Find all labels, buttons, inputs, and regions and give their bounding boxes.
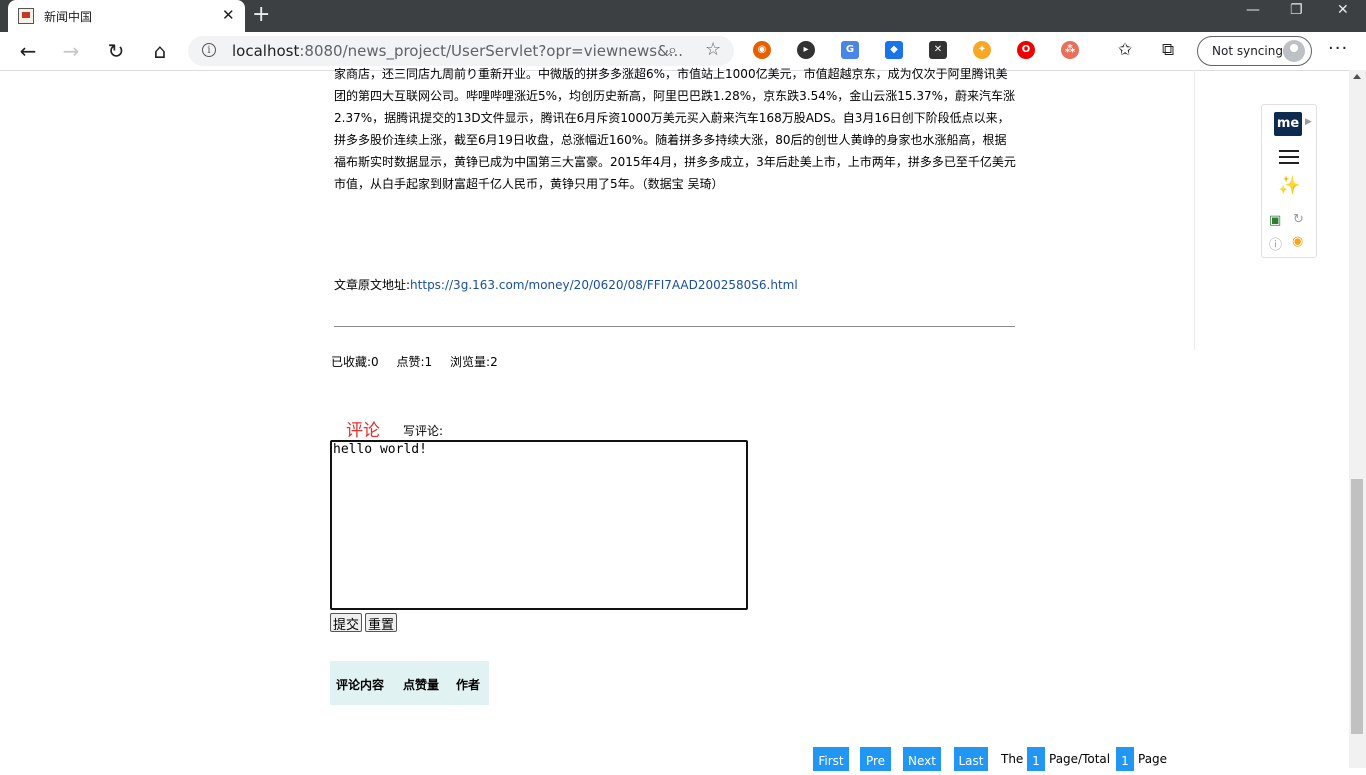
- url-text[interactable]: localhost:8080/news_project/UserServlet?…: [232, 42, 683, 60]
- collections-icon[interactable]: ⧉: [1162, 40, 1174, 60]
- article-text: 家商店，还三同店九周前り重新开业。中微版的拼多多涨超6%，市值站上1000亿美元…: [334, 67, 1016, 191]
- like-count[interactable]: 点赞:1: [397, 355, 433, 369]
- me-logo-icon[interactable]: me: [1274, 112, 1302, 136]
- comment-header: 评论 写评论:: [346, 416, 443, 441]
- comment-actions: 提交 重置: [330, 613, 400, 633]
- scroll-thumb[interactable]: [1351, 479, 1363, 734]
- source-label: 文章原文地址:: [334, 278, 411, 292]
- favorites-icon[interactable]: ✩: [1118, 40, 1132, 60]
- scroll-up-arrow-icon[interactable]: [1353, 74, 1361, 79]
- extension-panel: me ▶ ✨ ▣ ↻ ⓘ ◉: [1261, 104, 1317, 258]
- forward-arrow-icon[interactable]: →: [58, 39, 84, 63]
- network-icon[interactable]: ⁂: [1061, 41, 1079, 59]
- current-page-badge: 1: [1027, 747, 1045, 771]
- collected-count[interactable]: 已收藏:0: [331, 355, 379, 369]
- settings-more-icon[interactable]: ···: [1328, 38, 1348, 59]
- cast-icon[interactable]: ▣: [1269, 213, 1281, 228]
- pager-total-label: Page/Total: [1049, 752, 1111, 766]
- column-like-count: 点赞量: [403, 678, 440, 692]
- address-bar[interactable]: i localhost:8080/news_project/UserServle…: [188, 36, 734, 66]
- zoom-icon[interactable]: ⌕: [668, 40, 677, 60]
- avatar: [1283, 40, 1305, 62]
- prev-page-button[interactable]: Pre: [860, 747, 891, 771]
- column-comment-content: 评论内容: [336, 678, 385, 692]
- opera-icon[interactable]: O: [1017, 41, 1035, 59]
- site-favicon-icon: [18, 8, 34, 24]
- translate-icon[interactable]: G: [841, 41, 859, 59]
- home-icon[interactable]: ⌂: [147, 39, 173, 63]
- new-tab-button[interactable]: +: [252, 3, 270, 27]
- active-tab[interactable]: 新闻中国 ✕: [8, 0, 245, 32]
- pager-page-label: Page: [1138, 752, 1168, 766]
- divider: [334, 326, 1015, 327]
- restore-button[interactable]: ❐: [1290, 2, 1303, 18]
- column-author: 作者: [456, 678, 481, 692]
- article-stats: 已收藏:0 点赞:1 浏览量:2: [331, 353, 512, 370]
- circle-play-icon[interactable]: ▸: [797, 41, 815, 59]
- first-page-button[interactable]: First: [813, 747, 849, 771]
- close-tab-icon[interactable]: ✕: [222, 6, 235, 24]
- view-count: 浏览量:2: [450, 355, 498, 369]
- eye-icon[interactable]: ◉: [1292, 234, 1303, 249]
- alert-icon[interactable]: ⓘ: [1269, 234, 1282, 253]
- total-pages-badge: 1: [1116, 747, 1134, 771]
- back-arrow-icon[interactable]: ←: [15, 39, 41, 63]
- article-body: 家商店，还三同店九周前り重新开业。中微版的拼多多涨超6%，市值站上1000亿美元…: [334, 63, 1018, 195]
- minimize-button[interactable]: —: [1246, 2, 1260, 18]
- site-info-icon[interactable]: i: [202, 43, 216, 57]
- submit-button[interactable]: 提交: [330, 613, 363, 633]
- expand-arrow-icon[interactable]: ▶: [1305, 117, 1312, 127]
- comment-table-header: 评论内容 点赞量 作者: [330, 661, 489, 705]
- next-page-button[interactable]: Next: [903, 747, 941, 771]
- source-link[interactable]: https://3g.163.com/money/20/0620/08/FFI7…: [410, 278, 798, 292]
- article-source: 文章原文地址:https://3g.163.com/money/20/0620/…: [334, 276, 798, 293]
- tab-title: 新闻中国: [44, 10, 93, 24]
- close-window-button[interactable]: ✕: [1337, 2, 1349, 18]
- profile-sync-button[interactable]: Not syncing: [1197, 36, 1312, 66]
- last-page-button[interactable]: Last: [954, 747, 988, 771]
- refresh-icon[interactable]: ↻: [103, 39, 129, 63]
- graduation-cap-icon[interactable]: ◆: [885, 41, 903, 59]
- menu-icon[interactable]: [1279, 150, 1299, 168]
- comment-textarea[interactable]: hello world!: [330, 440, 748, 610]
- page-scrollbar[interactable]: [1349, 70, 1366, 768]
- reload-icon[interactable]: ↻: [1293, 212, 1304, 227]
- url-host: localhost: [232, 42, 300, 60]
- compass-icon[interactable]: ✦: [973, 41, 991, 59]
- side-divider: [1194, 70, 1195, 350]
- magic-wand-icon[interactable]: ✨: [1278, 175, 1300, 196]
- tab-strip: 新闻中国 ✕ + — ❐ ✕: [0, 0, 1366, 32]
- comment-section-title: 评论: [346, 421, 380, 441]
- url-path: :8080/news_project/UserServlet?opr=viewn…: [299, 42, 684, 60]
- firefox-icon[interactable]: ◉: [753, 41, 771, 59]
- sync-label: Not syncing: [1212, 44, 1283, 58]
- x-square-icon[interactable]: ✕: [929, 41, 947, 59]
- write-comment-label: 写评论:: [403, 424, 444, 438]
- favorite-star-icon[interactable]: ☆: [705, 39, 721, 60]
- pager-the-label: The: [1001, 752, 1024, 766]
- reset-button[interactable]: 重置: [365, 613, 398, 633]
